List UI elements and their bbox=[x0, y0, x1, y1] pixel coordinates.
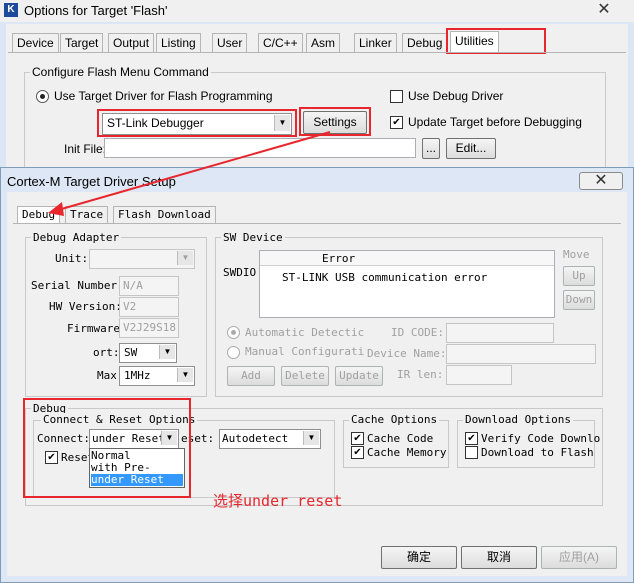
annotation-arrow bbox=[48, 131, 331, 216]
